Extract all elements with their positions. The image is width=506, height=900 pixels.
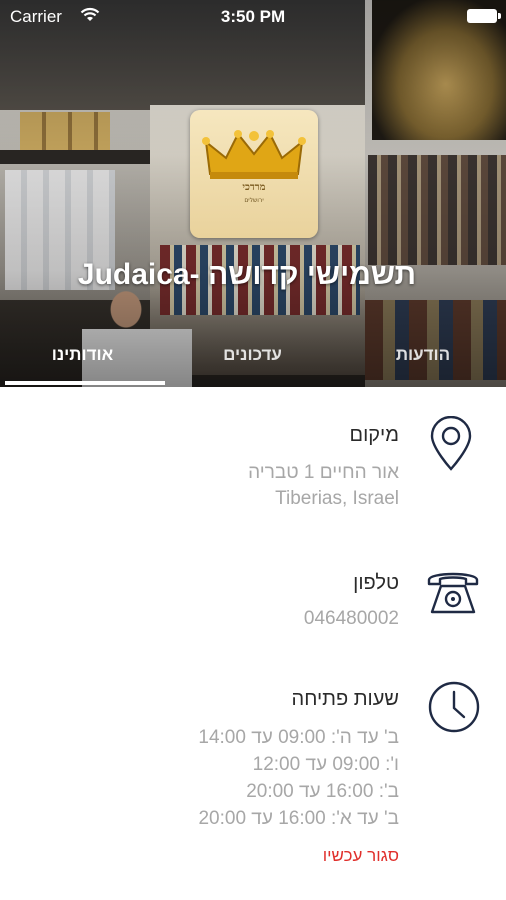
crown-icon: [202, 130, 306, 179]
tab-bar: אודותינו עדכונים הודעות: [0, 342, 506, 387]
business-logo[interactable]: מרדכי ירושלים: [190, 110, 318, 238]
hours-row: ב' עד ה': 09:00 עד 14:00: [198, 727, 399, 748]
phone-heading: טלפון: [353, 572, 399, 594]
open-status: סגור עכשיו: [322, 846, 399, 865]
battery-icon: [467, 9, 501, 23]
hours-row: ב' עד א': 16:00 עד 20:00: [198, 808, 399, 829]
status-time: 3:50 PM: [220, 7, 286, 26]
logo-text: מרדכי: [242, 182, 266, 193]
tab-about[interactable]: אודותינו: [0, 342, 165, 384]
phone-number[interactable]: 046480002: [304, 608, 399, 630]
hours-row: ו': 09:00 עד 12:00: [252, 754, 399, 775]
tab-messages[interactable]: הודעות: [340, 342, 506, 384]
location-heading: מיקום: [349, 424, 400, 446]
map-pin-icon: [430, 416, 472, 471]
hours-row: ב': 16:00 עד 20:00: [246, 781, 399, 802]
header-photo: Carrier 3:50 PM מרדכי ירושלים תשמישי קדו…: [0, 0, 506, 387]
logo-subtext: ירושלים: [244, 197, 264, 204]
location-address-line1: אור החיים 1 טבריה: [248, 462, 399, 483]
location-address-line2: Tiberias, Israel: [275, 488, 399, 509]
business-title: תשמישי קדושה -Judaica: [77, 258, 416, 291]
status-bar: Carrier 3:50 PM: [0, 0, 506, 34]
tab-updates[interactable]: עדכונים: [170, 342, 335, 384]
clock-icon: [428, 681, 480, 733]
active-tab-indicator: [5, 381, 165, 385]
telephone-icon: [427, 572, 479, 614]
hours-heading: שעות פתיחה: [291, 688, 399, 710]
